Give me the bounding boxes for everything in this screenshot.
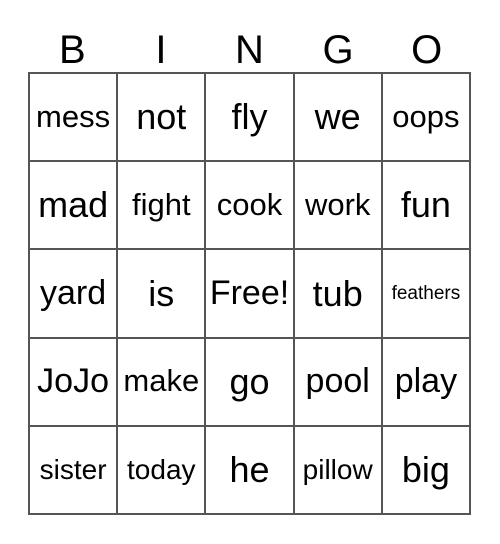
bingo-cell[interactable]: JoJo	[30, 338, 119, 427]
bingo-cell-label: he	[229, 448, 270, 490]
bingo-cell-label: JoJo	[37, 361, 109, 400]
bingo-header-letter-i: I	[155, 28, 167, 72]
bingo-cell-label: today	[127, 454, 196, 486]
bingo-card: B I N G O mess not fly we oops mad fight…	[0, 0, 500, 544]
bingo-cell[interactable]: is	[118, 250, 207, 339]
bingo-cell-label: we	[314, 96, 361, 138]
bingo-cell-label: work	[304, 187, 371, 223]
bingo-cell[interactable]: pool	[294, 338, 383, 427]
bingo-cell-label: fly	[231, 96, 268, 138]
bingo-cell-label: play	[394, 361, 458, 400]
bingo-cell-label: pool	[305, 361, 370, 400]
bingo-header-letter-n: N	[235, 28, 264, 72]
bingo-cell[interactable]: go	[206, 338, 295, 427]
bingo-cell-label: make	[123, 363, 200, 399]
bingo-header-letter-b: B	[58, 28, 86, 72]
bingo-cell-label: oops	[392, 98, 460, 134]
bingo-cell-label: yard	[40, 273, 107, 312]
bingo-header-letter-g: G	[322, 28, 354, 72]
bingo-cell-label: cook	[216, 187, 283, 223]
bingo-free-space-label: Free!	[209, 273, 290, 312]
bingo-cell[interactable]: fight	[118, 162, 207, 251]
bingo-cell[interactable]: fun	[382, 162, 471, 251]
bingo-cell[interactable]: not	[118, 74, 207, 163]
bingo-cell[interactable]: he	[206, 426, 295, 515]
bingo-cell-label: fight	[131, 187, 191, 223]
bingo-cell[interactable]: make	[118, 338, 207, 427]
bingo-cell-label: big	[401, 448, 450, 490]
bingo-cell-label: fun	[400, 184, 451, 226]
bingo-cell[interactable]: mad	[30, 162, 119, 251]
bingo-cell[interactable]: sister	[30, 426, 119, 515]
bingo-cell[interactable]: mess	[30, 74, 119, 163]
bingo-cell[interactable]: cook	[206, 162, 295, 251]
bingo-cell[interactable]: work	[294, 162, 383, 251]
bingo-header-letter-o: O	[411, 28, 443, 72]
bingo-cell-label: pillow	[302, 454, 373, 486]
bingo-cell[interactable]: yard	[30, 250, 119, 339]
bingo-cell[interactable]: feathers	[382, 250, 471, 339]
bingo-grid: mess not fly we oops mad fight cook work…	[28, 72, 471, 515]
bingo-header-row: B I N G O	[28, 20, 471, 72]
bingo-free-space-cell[interactable]: Free!	[206, 250, 295, 339]
bingo-cell-label: not	[136, 96, 187, 138]
bingo-cell-label: sister	[39, 454, 107, 486]
bingo-cell[interactable]: tub	[294, 250, 383, 339]
bingo-cell[interactable]: pillow	[294, 426, 383, 515]
bingo-cell-label: mess	[36, 98, 111, 134]
bingo-cell[interactable]: play	[382, 338, 471, 427]
bingo-cell[interactable]: fly	[206, 74, 295, 163]
bingo-cell-label: is	[148, 272, 175, 314]
bingo-cell[interactable]: we	[294, 74, 383, 163]
bingo-cell-label: feathers	[391, 282, 461, 304]
bingo-cell[interactable]: oops	[382, 74, 471, 163]
bingo-cell[interactable]: today	[118, 426, 207, 515]
bingo-cell-label: mad	[38, 184, 109, 226]
bingo-cell[interactable]: big	[382, 426, 471, 515]
bingo-cell-label: go	[229, 360, 270, 402]
bingo-cell-label: tub	[312, 272, 363, 314]
